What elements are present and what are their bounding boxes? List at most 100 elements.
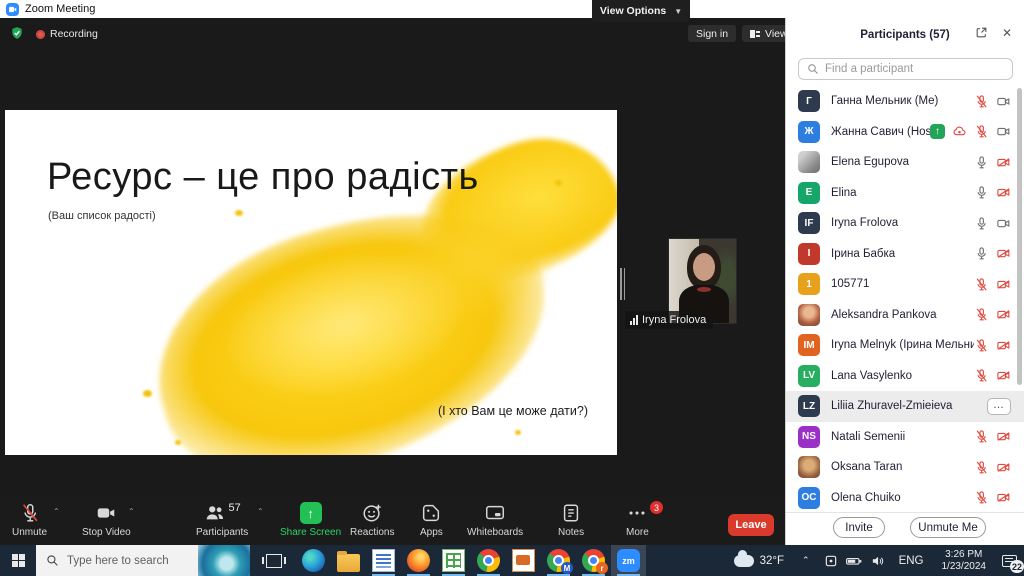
- panel-close-icon[interactable]: ✕: [1002, 26, 1012, 40]
- recording-dot-icon[interactable]: [36, 30, 45, 39]
- view-options-button[interactable]: View Options▼: [592, 0, 690, 22]
- participant-row[interactable]: IFIryna Frolova: [786, 208, 1024, 239]
- participant-row[interactable]: OCOlena Chuiko: [786, 483, 1024, 514]
- camera-off-icon: [996, 155, 1011, 170]
- participant-status-icons: [974, 429, 1011, 444]
- search-icon: [807, 63, 819, 75]
- participant-row[interactable]: 1105771: [786, 269, 1024, 300]
- participant-status-icons: [974, 368, 1011, 383]
- participant-row[interactable]: NS Natali Semenii: [786, 422, 1024, 453]
- taskbar-search-icon: [46, 554, 59, 567]
- taskbar-chrome-profile-m-icon[interactable]: M: [541, 545, 576, 576]
- reactions-button[interactable]: Reactions: [350, 502, 394, 538]
- participant-name: Жанна Савич (Host): [831, 126, 930, 138]
- taskbar-impress-icon[interactable]: [506, 545, 541, 576]
- windows-taskbar: Type here to search M r zm 32°F ⌃ ENG 3:…: [0, 545, 1024, 576]
- participant-row[interactable]: IMIryna Melnyk (Ірина Мельник): [786, 330, 1024, 361]
- weather-temperature[interactable]: 32°F: [760, 555, 784, 567]
- taskbar-file-explorer-icon[interactable]: [331, 545, 366, 576]
- taskbar-calc-icon[interactable]: [436, 545, 471, 576]
- participant-row[interactable]: Elena Egupova: [786, 147, 1024, 178]
- notification-center-button[interactable]: 22: [994, 545, 1024, 576]
- participant-row[interactable]: EElina: [786, 178, 1024, 209]
- unmute-options-chevron[interactable]: ⌃: [53, 507, 60, 516]
- participant-status-icons: [974, 216, 1011, 231]
- muted-mic-icon: [974, 338, 989, 353]
- security-shield-icon[interactable]: [10, 26, 24, 40]
- share-screen-button[interactable]: ↑ Share Screen: [280, 502, 341, 538]
- participant-initial-avatar: 1: [798, 273, 820, 295]
- tray-clock[interactable]: 3:26 PM 1/23/2024: [942, 549, 987, 573]
- camera-off-icon: [996, 307, 1011, 322]
- taskbar-firefox-icon[interactable]: [401, 545, 436, 576]
- participant-more-button[interactable]: …: [987, 398, 1011, 415]
- sign-in-button[interactable]: Sign in: [688, 25, 736, 42]
- muted-mic-icon: [974, 124, 989, 139]
- taskbar-search-input[interactable]: Type here to search: [36, 545, 250, 576]
- notes-icon: [560, 502, 582, 524]
- participant-name: Natali Semenii: [831, 431, 974, 443]
- tray-device-icon[interactable]: [824, 554, 838, 568]
- participant-list-scrollbar[interactable]: [1017, 88, 1022, 385]
- camera-on-icon: [996, 94, 1011, 109]
- stop-video-button[interactable]: Stop Video: [82, 502, 131, 538]
- recording-label: Recording: [50, 28, 98, 40]
- start-button[interactable]: [0, 545, 36, 576]
- apps-button[interactable]: Apps: [420, 502, 443, 538]
- taskbar-zoom-icon[interactable]: zm: [611, 545, 646, 576]
- slide-footer-question: (І хто Вам це може дати?): [438, 404, 588, 418]
- participant-row[interactable]: LZLiliia Zhuravel-Zmieieva…: [786, 391, 1024, 422]
- meeting-toolbar: Unmute ⌃ Stop Video ⌃ 57 Participants ⌃ …: [0, 497, 785, 545]
- unmute-me-button[interactable]: Unmute Me: [910, 517, 986, 538]
- taskbar-chrome-icon[interactable]: [471, 545, 506, 576]
- popout-icon[interactable]: [975, 26, 988, 39]
- participant-status-icons: [974, 155, 1011, 170]
- participant-name: Iryna Melnyk (Ірина Мельник): [831, 339, 974, 351]
- participant-row[interactable]: Aleksandra Pankova: [786, 300, 1024, 331]
- participant-initial-avatar: NS: [798, 426, 820, 448]
- taskbar-search-placeholder: Type here to search: [67, 555, 169, 567]
- weather-cloud-icon[interactable]: [734, 555, 754, 567]
- window-title: Zoom Meeting: [25, 3, 95, 15]
- more-button[interactable]: More: [626, 502, 649, 538]
- task-view-icon[interactable]: [266, 554, 282, 568]
- search-placeholder: Find a participant: [825, 63, 913, 75]
- taskbar-chrome-profile-r-icon[interactable]: r: [576, 545, 611, 576]
- participant-initial-avatar: IF: [798, 212, 820, 234]
- participant-initial-avatar: Г: [798, 90, 820, 112]
- whiteboard-icon: [484, 502, 506, 524]
- tray-speaker-icon[interactable]: [870, 554, 885, 568]
- participant-initial-avatar: OC: [798, 487, 820, 509]
- unmute-button[interactable]: Unmute: [12, 502, 47, 538]
- participant-row[interactable]: LVLana Vasylenko: [786, 361, 1024, 392]
- invite-button[interactable]: Invite: [833, 517, 885, 538]
- participant-row[interactable]: ЖЖанна Савич (Host)↑: [786, 117, 1024, 148]
- participant-row[interactable]: ГГанна Мельник (Me): [786, 86, 1024, 117]
- tray-language[interactable]: ENG: [899, 555, 924, 567]
- leave-button[interactable]: Leave: [728, 514, 774, 536]
- participant-status-icons: ↑: [930, 124, 1011, 139]
- pane-resize-handle[interactable]: [620, 268, 626, 300]
- participants-options-chevron[interactable]: ⌃: [257, 507, 264, 516]
- participants-button[interactable]: 57 Participants: [196, 502, 248, 538]
- mic-icon: [974, 155, 989, 170]
- tray-chevron-icon[interactable]: ⌃: [802, 555, 810, 566]
- taskbar-edge-icon[interactable]: [296, 545, 331, 576]
- windows-logo-icon: [12, 554, 25, 567]
- participant-photo-avatar: [798, 151, 820, 173]
- muted-mic-icon: [974, 429, 989, 444]
- participant-row[interactable]: Oksana Taran: [786, 452, 1024, 483]
- tray-battery-icon[interactable]: [846, 554, 862, 568]
- video-options-chevron[interactable]: ⌃: [128, 507, 135, 516]
- camera-off-icon: [996, 490, 1011, 505]
- more-dots-icon: [626, 502, 648, 524]
- participant-row[interactable]: IІрина Бабка: [786, 239, 1024, 270]
- participant-status-icons: [974, 185, 1011, 200]
- participant-name: Lana Vasylenko: [831, 370, 974, 382]
- search-participant-input[interactable]: Find a participant: [798, 58, 1013, 80]
- notes-button[interactable]: Notes: [558, 502, 584, 538]
- reactions-smiley-icon: [361, 502, 383, 524]
- taskbar-writer-icon[interactable]: [366, 545, 401, 576]
- whiteboards-button[interactable]: Whiteboards: [467, 502, 523, 538]
- camera-off-icon: [996, 185, 1011, 200]
